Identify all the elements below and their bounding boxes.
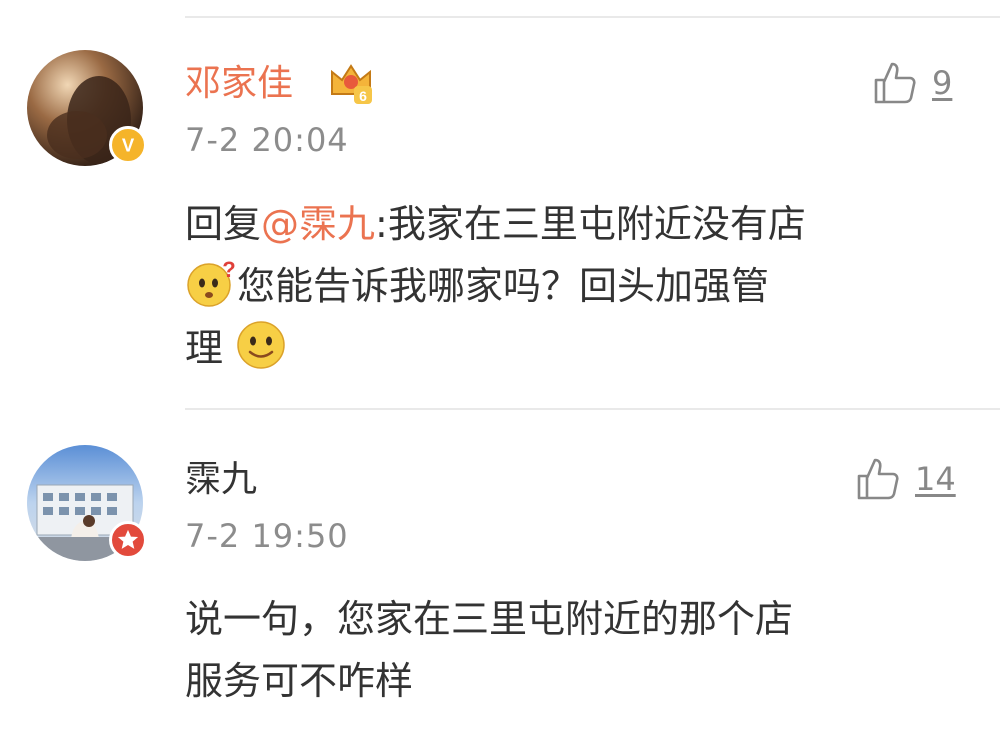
thumbs-up-icon [874,62,916,104]
like-count: 9 [932,64,953,102]
top-divider [185,16,1000,18]
svg-text:V: V [122,135,135,156]
reply-prefix: 回复 [185,202,262,246]
comment-text: 回复@霂九:我家在三里屯附近没有店 ? 您能告诉我哪家吗？回头加强管 理 [185,193,975,379]
smile-face-icon [237,321,285,369]
like-count: 14 [915,460,956,498]
text-line: ? 您能告诉我哪家吗？回头加强管 [185,255,975,317]
svg-text:?: ? [222,257,235,282]
text-segment: 理 [185,326,224,370]
red-star-badge-icon [109,521,147,559]
timestamp: 7-2 19:50 [185,517,349,555]
username[interactable]: 霂九 [185,458,257,502]
thinking-face-icon: ? [187,257,236,307]
thumbs-up-icon [857,458,899,500]
text-segment: :我家在三里屯附近没有店 [375,202,806,246]
text-line: 回复@霂九:我家在三里屯附近没有店 [185,193,975,255]
comment-text: 说一句，您家在三里屯附近的那个店 服务可不咋样 [185,588,975,712]
like-button[interactable]: 9 [872,60,952,106]
member-level: 6 [359,88,367,104]
crown-member-icon: 6 [331,64,372,104]
avatar[interactable] [27,445,147,561]
username[interactable]: 邓家佳 [185,62,293,106]
text-line: 服务可不咋样 [185,659,414,703]
text-line: 理 [185,317,975,379]
text-line: 说一句，您家在三里屯附近的那个店 [185,597,794,641]
verified-badge-icon: V [109,126,147,164]
like-button[interactable]: 14 [855,456,956,502]
timestamp: 7-2 20:04 [185,121,349,159]
text-segment: 您能告诉我哪家吗？回头加强管 [237,264,770,308]
comment-divider [185,408,1000,410]
mention-link[interactable]: @霂九 [261,202,375,246]
avatar[interactable]: V [27,50,147,166]
